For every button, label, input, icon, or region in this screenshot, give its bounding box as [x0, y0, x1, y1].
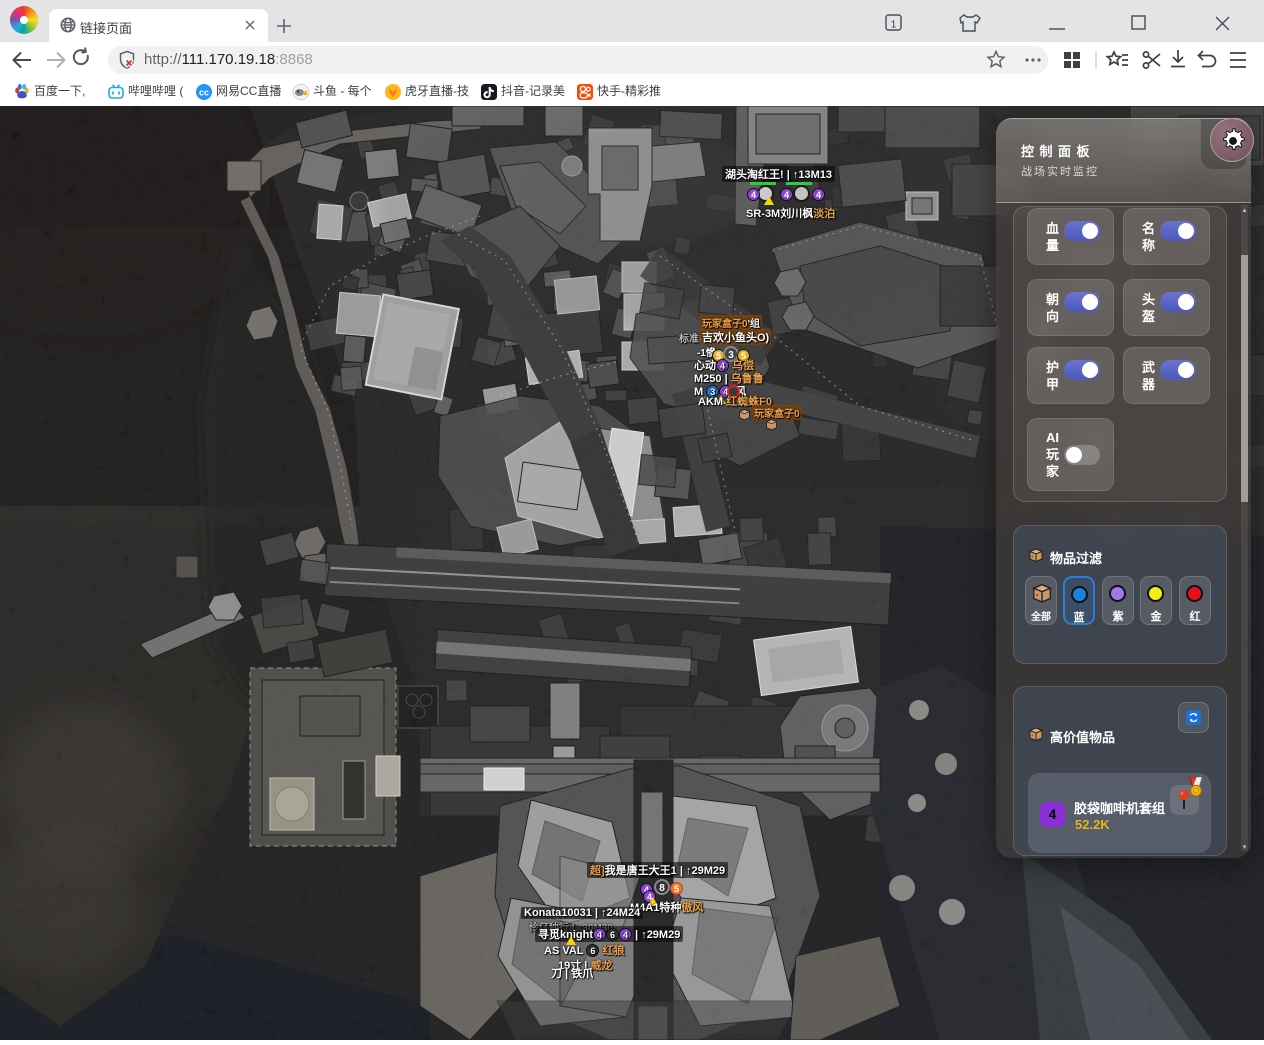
svg-text:抖音-记录美: 抖音-记录美 — [501, 83, 565, 98]
svg-text:斗鱼 - 每个: 斗鱼 - 每个 — [313, 83, 372, 98]
svg-text:1: 1 — [891, 20, 897, 31]
svg-text:网易CC直播: 网易CC直播 — [216, 84, 281, 98]
svg-text:哔哩哔哩 (: 哔哩哔哩 ( — [128, 84, 183, 98]
svg-text:cc: cc — [199, 88, 209, 98]
svg-text:百度一下,: 百度一下, — [34, 83, 85, 98]
svg-text:虎牙直播-技: 虎牙直播-技 — [405, 84, 469, 98]
svg-text:快手-精彩推: 快手-精彩推 — [597, 84, 661, 98]
